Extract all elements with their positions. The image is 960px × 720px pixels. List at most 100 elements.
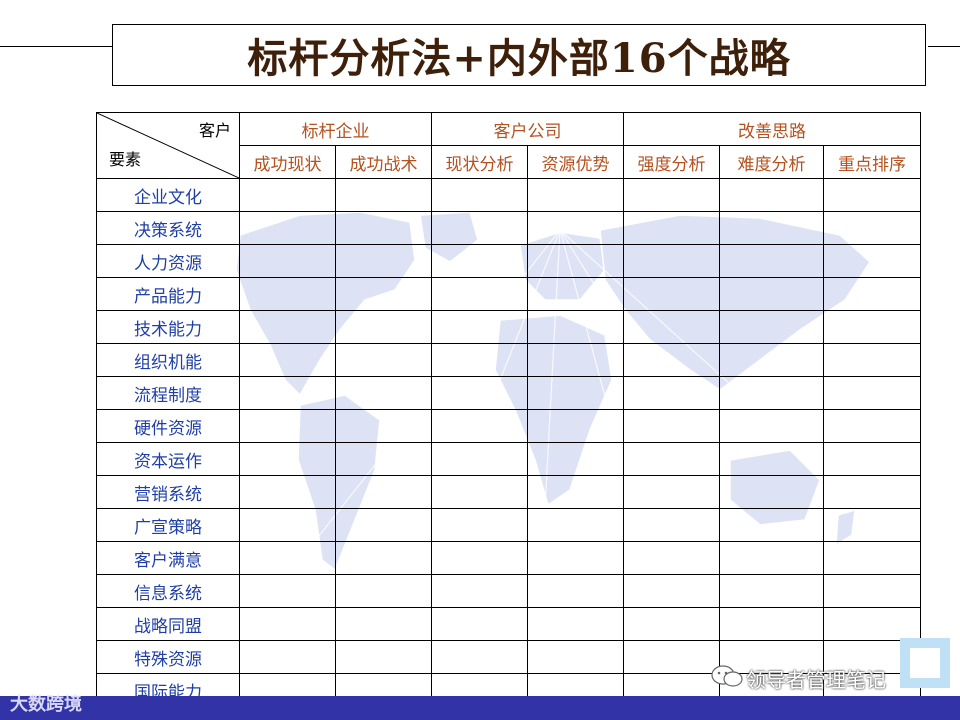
table-cell[interactable] xyxy=(431,244,528,278)
table-cell[interactable] xyxy=(239,277,336,311)
table-cell[interactable] xyxy=(623,541,720,575)
table-cell[interactable] xyxy=(431,442,528,476)
table-cell[interactable] xyxy=(823,409,921,443)
table-cell[interactable] xyxy=(823,475,921,509)
table-cell[interactable] xyxy=(527,442,624,476)
table-cell[interactable] xyxy=(719,277,824,311)
table-cell[interactable] xyxy=(431,541,528,575)
table-cell[interactable] xyxy=(823,277,921,311)
table-cell[interactable] xyxy=(335,244,432,278)
table-cell[interactable] xyxy=(719,508,824,542)
table-cell[interactable] xyxy=(335,310,432,344)
table-cell[interactable] xyxy=(431,475,528,509)
table-cell[interactable] xyxy=(823,541,921,575)
table-cell[interactable] xyxy=(719,442,824,476)
table-cell[interactable] xyxy=(335,211,432,245)
table-cell[interactable] xyxy=(335,178,432,212)
table-cell[interactable] xyxy=(431,310,528,344)
table-cell[interactable] xyxy=(239,376,336,410)
table-cell[interactable] xyxy=(239,640,336,674)
table-cell[interactable] xyxy=(719,541,824,575)
table-cell[interactable] xyxy=(527,574,624,608)
table-cell[interactable] xyxy=(623,607,720,641)
table-cell[interactable] xyxy=(239,409,336,443)
table-cell[interactable] xyxy=(431,211,528,245)
table-cell[interactable] xyxy=(527,541,624,575)
table-cell[interactable] xyxy=(623,244,720,278)
table-cell[interactable] xyxy=(527,244,624,278)
table-cell[interactable] xyxy=(239,211,336,245)
table-cell[interactable] xyxy=(823,574,921,608)
table-cell[interactable] xyxy=(239,442,336,476)
table-cell[interactable] xyxy=(527,343,624,377)
table-cell[interactable] xyxy=(335,343,432,377)
table-cell[interactable] xyxy=(335,442,432,476)
table-cell[interactable] xyxy=(623,475,720,509)
table-cell[interactable] xyxy=(335,508,432,542)
table-cell[interactable] xyxy=(431,376,528,410)
table-cell[interactable] xyxy=(335,640,432,674)
table-cell[interactable] xyxy=(823,343,921,377)
table-cell[interactable] xyxy=(431,640,528,674)
table-cell[interactable] xyxy=(335,409,432,443)
table-cell[interactable] xyxy=(527,376,624,410)
table-cell[interactable] xyxy=(239,475,336,509)
table-cell[interactable] xyxy=(239,343,336,377)
table-cell[interactable] xyxy=(623,343,720,377)
table-cell[interactable] xyxy=(719,310,824,344)
table-cell[interactable] xyxy=(823,211,921,245)
table-cell[interactable] xyxy=(719,211,824,245)
table-cell[interactable] xyxy=(527,475,624,509)
table-cell[interactable] xyxy=(527,409,624,443)
table-cell[interactable] xyxy=(335,475,432,509)
table-cell[interactable] xyxy=(623,376,720,410)
table-cell[interactable] xyxy=(823,178,921,212)
table-cell[interactable] xyxy=(527,211,624,245)
table-cell[interactable] xyxy=(239,574,336,608)
table-cell[interactable] xyxy=(239,607,336,641)
table-cell[interactable] xyxy=(623,442,720,476)
table-cell[interactable] xyxy=(623,178,720,212)
table-cell[interactable] xyxy=(823,376,921,410)
table-cell[interactable] xyxy=(431,607,528,641)
table-cell[interactable] xyxy=(623,508,720,542)
table-cell[interactable] xyxy=(719,475,824,509)
table-cell[interactable] xyxy=(431,409,528,443)
table-cell[interactable] xyxy=(623,640,720,674)
table-cell[interactable] xyxy=(623,574,720,608)
table-cell[interactable] xyxy=(335,574,432,608)
table-cell[interactable] xyxy=(335,277,432,311)
table-cell[interactable] xyxy=(623,409,720,443)
table-cell[interactable] xyxy=(527,508,624,542)
table-cell[interactable] xyxy=(527,310,624,344)
table-cell[interactable] xyxy=(335,607,432,641)
table-cell[interactable] xyxy=(719,409,824,443)
table-cell[interactable] xyxy=(719,376,824,410)
table-cell[interactable] xyxy=(623,211,720,245)
table-cell[interactable] xyxy=(719,343,824,377)
table-cell[interactable] xyxy=(823,310,921,344)
table-cell[interactable] xyxy=(335,541,432,575)
table-cell[interactable] xyxy=(527,178,624,212)
table-cell[interactable] xyxy=(431,343,528,377)
table-cell[interactable] xyxy=(431,178,528,212)
table-cell[interactable] xyxy=(527,607,624,641)
table-cell[interactable] xyxy=(719,244,824,278)
table-cell[interactable] xyxy=(823,244,921,278)
table-cell[interactable] xyxy=(335,376,432,410)
table-cell[interactable] xyxy=(623,277,720,311)
table-cell[interactable] xyxy=(527,277,624,311)
table-cell[interactable] xyxy=(239,178,336,212)
table-cell[interactable] xyxy=(431,508,528,542)
table-cell[interactable] xyxy=(431,574,528,608)
table-cell[interactable] xyxy=(719,607,824,641)
table-cell[interactable] xyxy=(239,541,336,575)
table-cell[interactable] xyxy=(623,310,720,344)
table-cell[interactable] xyxy=(719,574,824,608)
table-cell[interactable] xyxy=(823,442,921,476)
table-cell[interactable] xyxy=(239,244,336,278)
table-cell[interactable] xyxy=(823,508,921,542)
table-cell[interactable] xyxy=(527,640,624,674)
table-cell[interactable] xyxy=(239,310,336,344)
table-cell[interactable] xyxy=(431,277,528,311)
